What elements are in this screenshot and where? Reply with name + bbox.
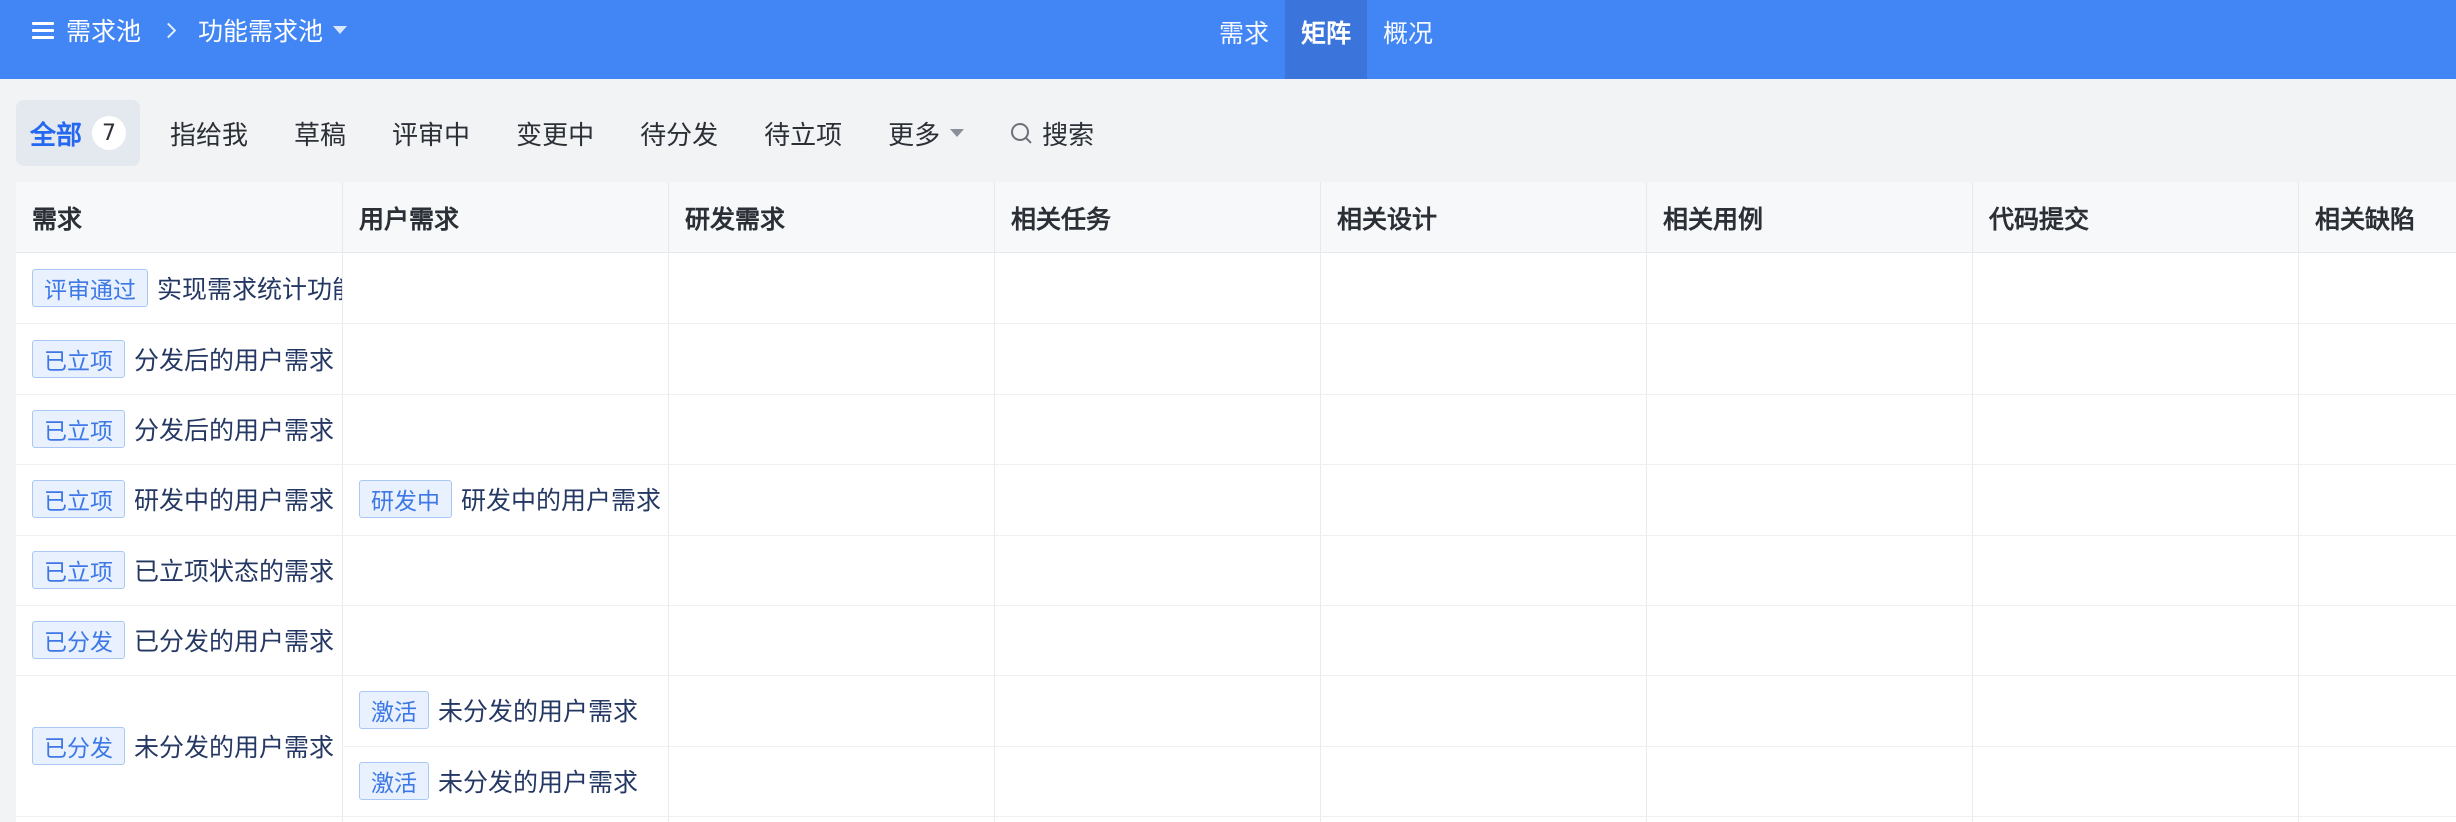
filter-bar: 全部 7 指给我 草稿 评审中 变更中 待分发 待立项 更多 搜索 [16,100,1124,166]
matrix-table: 需求 用户需求 研发需求 相关任务 相关设计 相关用例 代码提交 相关缺陷 评审… [16,182,2456,822]
table-header: 需求 用户需求 研发需求 相关任务 相关设计 相关用例 代码提交 相关缺陷 [16,182,2456,253]
column-header: 相关缺陷 [2315,204,2416,234]
column-divider [1972,253,1973,822]
filter-tab-draft[interactable]: 草稿 [278,100,362,166]
column-divider [1646,253,1647,822]
menu-icon[interactable] [30,20,56,40]
filter-tab-all[interactable]: 全部 7 [16,100,141,166]
requirement-title[interactable]: 研发中的用户需求 [134,481,334,517]
status-tag: 激活 [359,761,429,800]
status-tag: 研发中 [359,480,452,519]
caret-down-icon[interactable] [333,26,348,34]
requirement-cell[interactable]: 已立项 研发中的用户需求 [16,464,342,534]
status-tag: 激活 [359,691,429,730]
requirement-title[interactable]: 分发后的用户需求 [134,341,334,377]
breadcrumb-current[interactable]: 功能需求池 [198,12,323,48]
breadcrumb-root[interactable]: 需求池 [66,12,141,48]
requirement-title[interactable]: 已分发的用户需求 [134,622,334,658]
requirement-cell[interactable]: 已分发 已分发的用户需求 [16,605,342,675]
tab-matrix[interactable]: 矩阵 [1285,0,1368,79]
filter-tab-changing[interactable]: 变更中 [500,100,610,166]
status-tag: 已立项 [32,550,125,589]
column-header: 需求 [16,182,343,253]
user-requirement-cell[interactable]: 激活 未分发的用户需求 [343,675,668,745]
requirement-title[interactable]: 已立项状态的需求 [134,552,334,588]
filter-tab-label: 全部 [30,120,83,151]
chevron-right-icon [160,22,177,38]
row-divider [16,393,2456,395]
search-label: 搜索 [1042,120,1095,151]
row-divider [16,534,2456,536]
more-label: 更多 [888,120,941,151]
status-tag: 已分发 [32,621,125,660]
row-divider [343,745,2456,747]
count-badge: 7 [92,116,127,150]
filter-tab-pending-dispatch[interactable]: 待分发 [624,100,734,166]
tab-overview[interactable]: 概况 [1367,0,1449,79]
requirement-cell[interactable]: 已立项 分发后的用户需求 [16,323,342,393]
user-requirement-cell[interactable]: 研发中 研发中的用户需求 [343,464,668,534]
requirement-title[interactable]: 未分发的用户需求 [134,728,334,764]
requirement-title[interactable]: 研发中的用户需求 [461,481,661,517]
status-tag: 已立项 [32,339,125,378]
column-divider [2298,253,2299,822]
search-icon [1010,122,1032,144]
tab-requirements[interactable]: 需求 [1203,0,1285,79]
requirement-cell[interactable]: 已分发 未分发的用户需求 [16,675,342,816]
requirement-cell[interactable]: 评审通过 实现需求统计功能 [16,253,342,323]
column-header: 相关用例 [1647,182,1973,253]
requirement-title[interactable]: 实现需求统计功能 [157,270,342,306]
column-header: 用户需求 [343,182,669,253]
column-header: 相关设计 [1321,182,1647,253]
filter-tab-pending-approval[interactable]: 待立项 [748,100,858,166]
column-divider [994,253,995,822]
user-requirement-cell[interactable]: 激活 未分发的用户需求 [343,746,668,816]
status-tag: 已立项 [32,409,125,448]
status-tag: 评审通过 [32,269,148,308]
row-divider [16,816,2456,818]
requirement-title[interactable]: 分发后的用户需求 [134,411,334,447]
requirement-title[interactable]: 未分发的用户需求 [438,763,638,799]
column-header: 研发需求 [669,182,995,253]
more-dropdown[interactable]: 更多 [872,100,980,166]
column-header: 相关任务 [995,182,1321,253]
column-divider [668,253,669,822]
column-header: 代码提交 [1973,182,2299,253]
status-tag: 已立项 [32,480,125,519]
column-divider [1320,253,1321,822]
requirement-cell[interactable]: 已立项 分发后的用户需求 [16,394,342,464]
search-button[interactable]: 搜索 [994,100,1110,166]
requirement-cell[interactable]: 已立项 已立项状态的需求 [16,535,342,605]
top-header: 需求池 功能需求池 需求 矩阵 概况 [0,0,2456,79]
row-divider [16,605,2456,606]
status-tag: 已分发 [32,726,125,765]
view-tabs: 需求 矩阵 概况 [1203,0,1449,79]
row-divider [16,323,2456,325]
filter-tab-reviewing[interactable]: 评审中 [376,100,486,166]
filter-tab-assigned-to-me[interactable]: 指给我 [154,100,264,166]
requirement-title[interactable]: 未分发的用户需求 [438,692,638,728]
caret-down-icon [950,129,965,137]
breadcrumb: 需求池 功能需求池 [30,0,348,60]
